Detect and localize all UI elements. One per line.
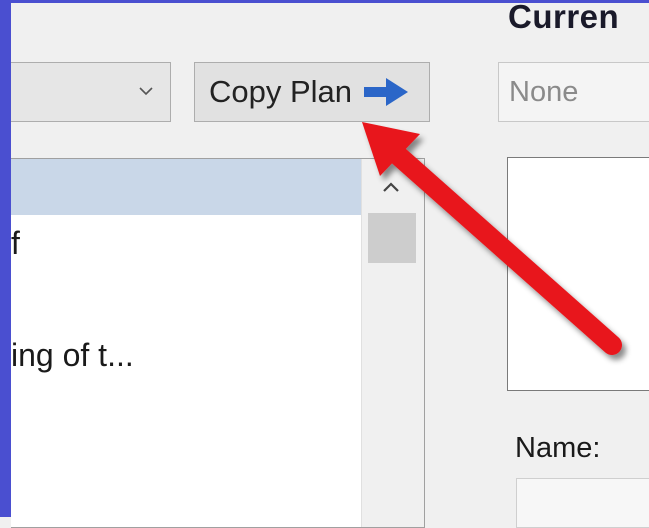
scroll-thumb[interactable] bbox=[368, 213, 416, 263]
window-frame-left bbox=[0, 0, 11, 517]
chevron-down-icon bbox=[139, 87, 153, 96]
scroll-up-button[interactable] bbox=[368, 167, 414, 207]
arrow-right-icon bbox=[364, 78, 409, 106]
list-item[interactable] bbox=[11, 271, 361, 327]
plan-dropdown[interactable] bbox=[11, 62, 171, 122]
list-item[interactable]: ing of t... bbox=[11, 327, 361, 383]
list-scrollbar[interactable] bbox=[361, 159, 424, 527]
copy-plan-button[interactable]: Copy Plan bbox=[194, 62, 430, 122]
plan-preview-box bbox=[507, 157, 649, 391]
chevron-up-icon bbox=[383, 182, 399, 192]
current-plan-heading: Curren bbox=[508, 0, 620, 35]
current-plan-value: None bbox=[509, 75, 579, 108]
plan-list[interactable]: f ing of t... bbox=[11, 158, 425, 528]
name-label: Name: bbox=[515, 432, 601, 464]
list-item[interactable]: f bbox=[11, 215, 361, 271]
current-plan-field[interactable]: None bbox=[498, 62, 649, 122]
name-input[interactable] bbox=[516, 478, 649, 528]
list-item[interactable] bbox=[11, 159, 361, 215]
copy-plan-button-label: Copy Plan bbox=[209, 74, 353, 109]
